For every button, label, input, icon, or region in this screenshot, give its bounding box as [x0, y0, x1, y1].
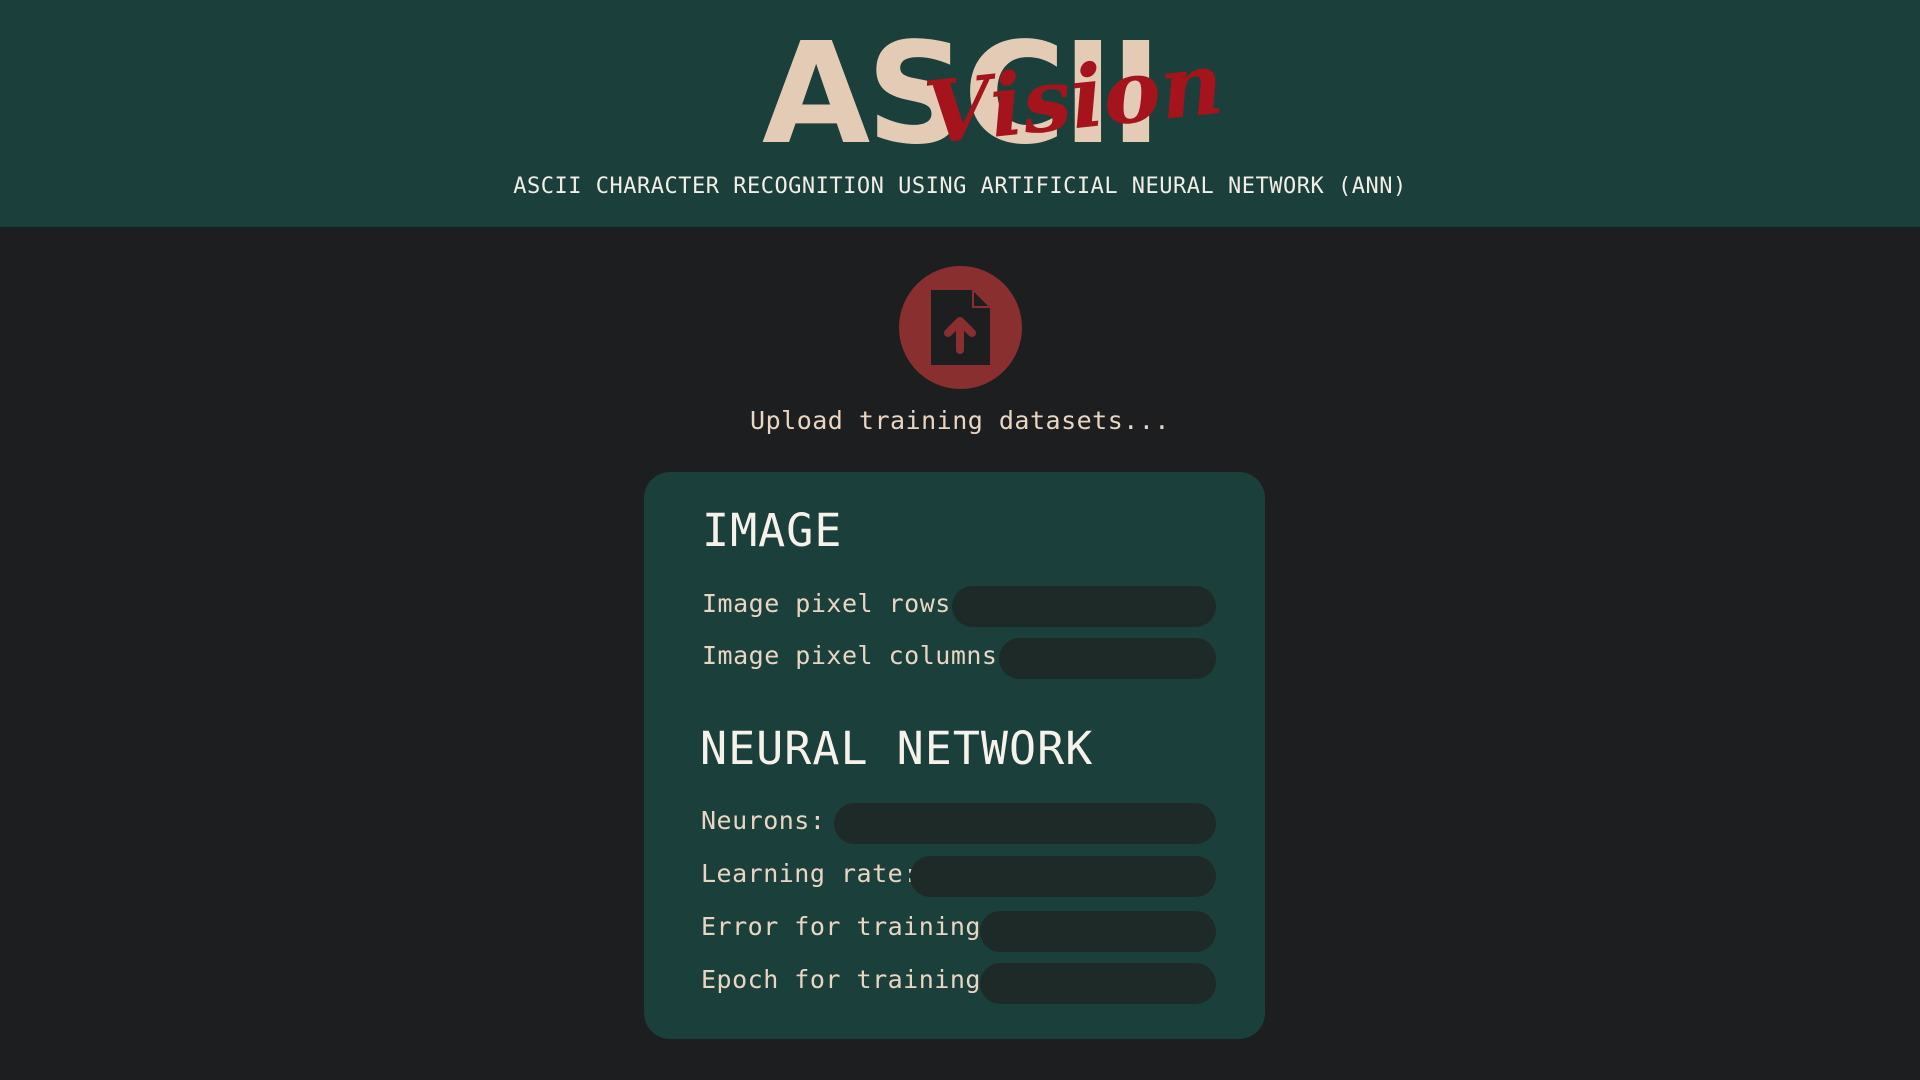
file-upload-icon: [931, 290, 990, 365]
training-error-input[interactable]: [980, 911, 1216, 952]
app-header: ASCII Vision ASCII CHARACTER RECOGNITION…: [0, 0, 1920, 227]
training-epoch-label: Epoch for training:: [701, 965, 997, 994]
app-logo: ASCII Vision: [762, 20, 1228, 160]
upload-label: Upload training datasets...: [750, 406, 1170, 435]
neurons-input[interactable]: [834, 803, 1216, 844]
image-columns-input[interactable]: [999, 638, 1216, 679]
settings-panel: IMAGE Image pixel rows: Image pixel colu…: [644, 472, 1265, 1039]
app-subtitle: ASCII CHARACTER RECOGNITION USING ARTIFI…: [513, 174, 1407, 199]
neural-network-section-title: NEURAL NETWORK: [700, 722, 1094, 775]
neurons-label: Neurons:: [701, 806, 826, 835]
training-epoch-input[interactable]: [980, 963, 1216, 1004]
learning-rate-label: Learning rate:: [701, 859, 919, 888]
upload-button[interactable]: [899, 266, 1022, 389]
image-section-title: IMAGE: [702, 504, 843, 557]
image-rows-input[interactable]: [952, 586, 1216, 627]
training-error-label: Error for training:: [701, 912, 997, 941]
image-rows-label: Image pixel rows:: [702, 589, 967, 618]
learning-rate-input[interactable]: [910, 856, 1216, 897]
image-columns-label: Image pixel columns:: [702, 641, 1014, 670]
